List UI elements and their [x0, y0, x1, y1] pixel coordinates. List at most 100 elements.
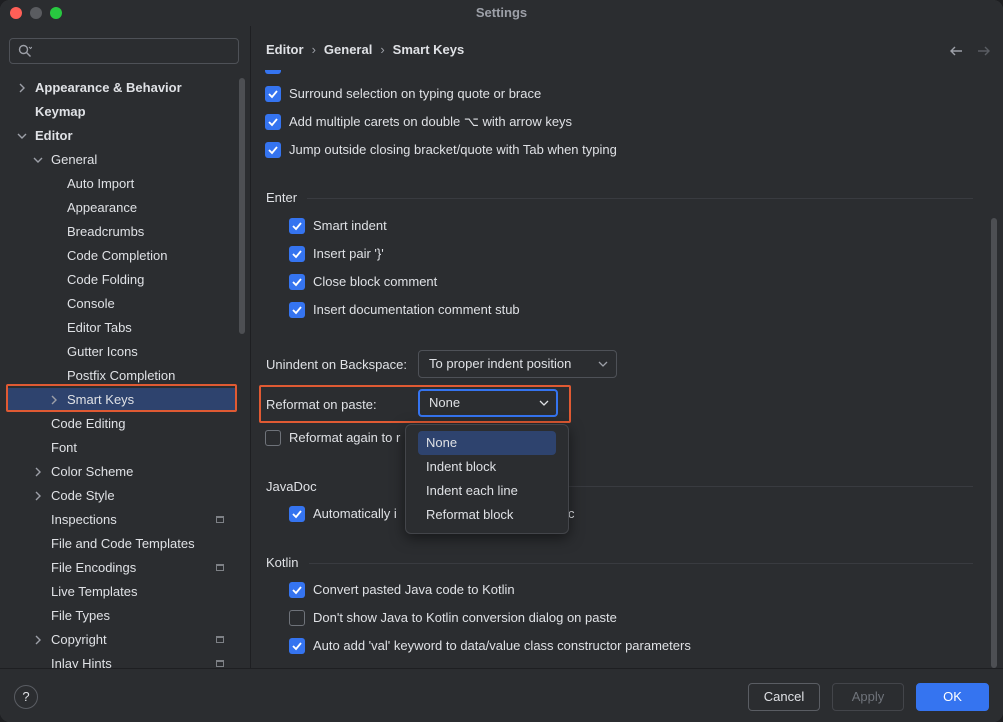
tree-item-code-editing[interactable]: Code Editing	[0, 412, 238, 436]
tree-item-label: Gutter Icons	[67, 344, 138, 359]
tree-item-code-style[interactable]: Code Style	[0, 484, 238, 508]
section-divider	[307, 198, 973, 199]
reformat-on-paste-dropdown[interactable]: None	[418, 389, 558, 417]
tree-item-general[interactable]: General	[0, 148, 238, 172]
title-bar: Settings	[0, 0, 1003, 26]
chevron-down-icon[interactable]	[16, 130, 28, 142]
tree-item-code-folding[interactable]: Code Folding	[0, 268, 238, 292]
breadcrumb-separator: ›	[380, 42, 385, 57]
option-label: Insert pair '}'	[313, 246, 384, 261]
option-label: Don't show Java to Kotlin conversion dia…	[313, 610, 617, 625]
tree-item-label: File and Code Templates	[51, 536, 195, 551]
option-label: Smart indent	[313, 218, 387, 233]
checkbox[interactable]	[289, 610, 305, 626]
checkbox[interactable]	[289, 246, 305, 262]
project-scope-icon	[216, 660, 224, 667]
chevron-right-icon[interactable]	[16, 82, 28, 94]
chevron-right-icon[interactable]	[32, 490, 44, 502]
option-label: Auto add 'val' keyword to data/value cla…	[313, 638, 691, 653]
tree-item-copyright[interactable]: Copyright	[0, 628, 238, 652]
option-label: Convert pasted Java code to Kotlin	[313, 582, 515, 597]
tree-item-keymap[interactable]: Keymap	[0, 100, 238, 124]
option-label: Jump outside closing bracket/quote with …	[289, 142, 617, 157]
reformat-options-popup: None Indent block Indent each line Refor…	[405, 424, 569, 534]
tree-item-label: Keymap	[35, 104, 86, 119]
checkbox[interactable]	[289, 302, 305, 318]
checkbox[interactable]	[289, 638, 305, 654]
chevron-right-icon[interactable]	[48, 394, 60, 406]
option-label: Insert documentation comment stub	[313, 302, 520, 317]
chevron-down-icon	[598, 361, 608, 367]
tree-item-label: Live Templates	[51, 584, 138, 599]
popup-option[interactable]: Indent block	[418, 455, 556, 479]
tree-item-label: General	[51, 152, 98, 167]
tree-item-label: Code Editing	[51, 416, 126, 431]
checkbox[interactable]	[289, 582, 305, 598]
tree-item-color-scheme[interactable]: Color Scheme	[0, 460, 238, 484]
popup-option[interactable]: None	[418, 431, 556, 455]
checkbox[interactable]	[265, 142, 281, 158]
tree-item-file-encodings[interactable]: File Encodings	[0, 556, 238, 580]
dialog-footer: ? Cancel Apply OK	[0, 668, 1003, 722]
section-title-javadoc: JavaDoc	[266, 479, 317, 494]
option-label: Close block comment	[313, 274, 438, 289]
checkbox[interactable]	[265, 114, 281, 130]
tree-item-editor[interactable]: Editor	[0, 124, 238, 148]
help-button[interactable]: ?	[14, 685, 38, 709]
breadcrumb-item[interactable]: Editor	[266, 42, 304, 57]
tree-item-appearance[interactable]: Appearance	[0, 196, 238, 220]
checkbox[interactable]	[265, 430, 281, 446]
back-arrow-icon[interactable]	[949, 44, 963, 58]
tree-item-inspections[interactable]: Inspections	[0, 508, 238, 532]
tree-item-code-completion[interactable]: Code Completion	[0, 244, 238, 268]
breadcrumb-item[interactable]: General	[324, 42, 372, 57]
chevron-right-icon[interactable]	[32, 466, 44, 478]
popup-option[interactable]: Indent each line	[418, 479, 556, 503]
tree-item-appearance-behavior[interactable]: Appearance & Behavior	[0, 76, 238, 100]
settings-sidebar: Appearance & Behavior Keymap Editor Gene…	[0, 26, 251, 671]
section-title-kotlin: Kotlin	[266, 555, 299, 570]
chevron-right-icon[interactable]	[32, 634, 44, 646]
checkbox[interactable]	[265, 86, 281, 102]
checkbox[interactable]	[289, 218, 305, 234]
breadcrumb-item: Smart Keys	[392, 42, 465, 57]
checkbox[interactable]	[289, 274, 305, 290]
tree-item-gutter-icons[interactable]: Gutter Icons	[0, 340, 238, 364]
unindent-label: Unindent on Backspace:	[266, 357, 407, 372]
tree-item-smart-keys[interactable]: Smart Keys	[8, 388, 236, 412]
content-scrollbar[interactable]	[991, 218, 997, 668]
tree-item-label: File Encodings	[51, 560, 137, 575]
tree-item-live-templates[interactable]: Live Templates	[0, 580, 238, 604]
tree-item-editor-tabs[interactable]: Editor Tabs	[0, 316, 238, 340]
tree-item-label: Font	[51, 440, 78, 455]
tree-item-file-code-templates[interactable]: File and Code Templates	[0, 532, 238, 556]
tree-item-breadcrumbs[interactable]: Breadcrumbs	[0, 220, 238, 244]
forward-arrow-icon[interactable]	[977, 44, 991, 58]
tree-item-label: Code Folding	[67, 272, 145, 287]
settings-content: Editor › General › Smart Keys Surround selec…	[251, 26, 1003, 668]
tree-item-console[interactable]: Console	[0, 292, 238, 316]
tree-item-label: Breadcrumbs	[67, 224, 145, 239]
dropdown-value: None	[429, 395, 461, 410]
dropdown-value: To proper indent position	[429, 356, 572, 371]
apply-button[interactable]: Apply	[832, 683, 904, 711]
cancel-button[interactable]: Cancel	[748, 683, 820, 711]
tree-item-auto-import[interactable]: Auto Import	[0, 172, 238, 196]
checkbox[interactable]	[289, 506, 305, 522]
sidebar-scrollbar[interactable]	[239, 78, 245, 334]
tree-item-label: Editor Tabs	[67, 320, 132, 335]
popup-option[interactable]: Reformat block	[418, 503, 556, 527]
search-input[interactable]	[9, 38, 239, 64]
tree-item-label: Code Style	[51, 488, 115, 503]
tree-item-font[interactable]: Font	[0, 436, 238, 460]
tree-item-label: Postfix Completion	[67, 368, 176, 383]
ok-button[interactable]: OK	[916, 683, 989, 711]
section-divider	[309, 563, 973, 564]
tree-item-label: Color Scheme	[51, 464, 134, 479]
project-scope-icon	[216, 516, 224, 523]
tree-item-file-types[interactable]: File Types	[0, 604, 238, 628]
chevron-down-icon[interactable]	[32, 154, 44, 166]
unindent-dropdown[interactable]: To proper indent position	[418, 350, 617, 378]
section-divider	[569, 486, 973, 487]
tree-item-postfix-completion[interactable]: Postfix Completion	[0, 364, 238, 388]
